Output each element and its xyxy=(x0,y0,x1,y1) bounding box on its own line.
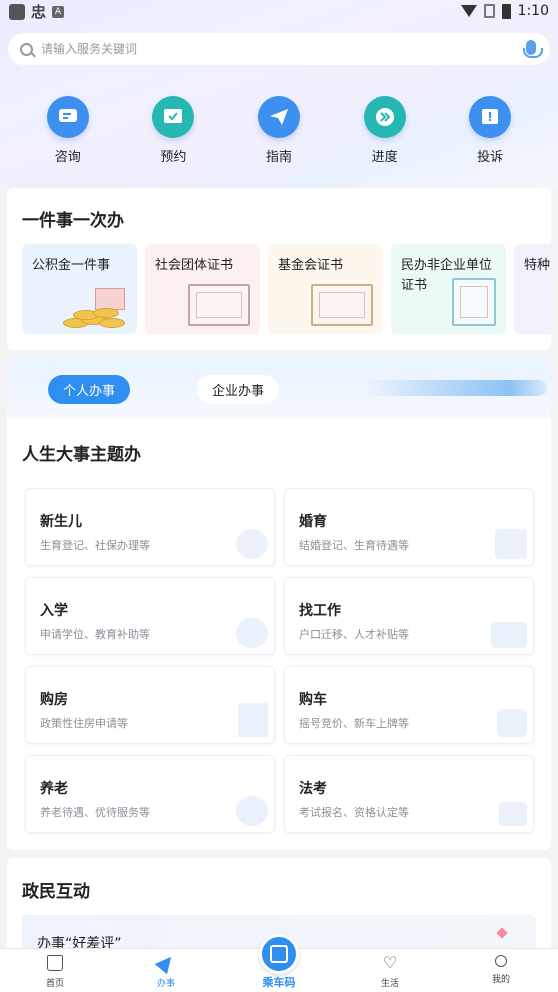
sim-icon xyxy=(483,4,495,18)
wifi-icon xyxy=(460,5,477,17)
tile-special[interactable]: 特种 xyxy=(514,244,551,334)
section-title: 一件事一次办 xyxy=(22,211,124,231)
life-event-name: 购车 xyxy=(299,692,327,708)
coins-icon xyxy=(59,292,129,328)
user-icon xyxy=(495,955,507,967)
baby-icon xyxy=(236,529,268,559)
quick-actions: 咨询 预约 指南 进度 投诉 xyxy=(0,96,558,165)
one-item-tiles: 公积金一件事 社会团体证书 基金会证书 民办非企业单位证书 特种 xyxy=(22,244,551,334)
tile-social-group-cert[interactable]: 社会团体证书 xyxy=(145,244,260,334)
alert-icon xyxy=(469,96,512,138)
bus-qr-icon xyxy=(270,945,288,963)
quick-action-appointment[interactable]: 预约 xyxy=(143,96,203,165)
quick-action-progress[interactable]: 进度 xyxy=(355,96,415,165)
nav-label: 首页 xyxy=(45,979,64,989)
elder-icon xyxy=(236,796,268,826)
notification-badge-icon: A xyxy=(52,6,65,18)
marriage-certificate-icon xyxy=(495,529,527,559)
status-bar: 忠 A 1:10 xyxy=(0,0,558,26)
quick-action-label: 预约 xyxy=(160,150,187,165)
building-icon xyxy=(238,703,268,737)
quick-action-label: 进度 xyxy=(371,150,398,165)
calendar-check-icon xyxy=(152,96,195,138)
nav-label: 办事 xyxy=(156,979,175,989)
tile-housing-fund[interactable]: 公积金一件事 xyxy=(22,244,137,334)
notification-glyph: 忠 xyxy=(31,3,47,21)
paper-plane-icon xyxy=(154,951,178,975)
student-icon xyxy=(236,618,268,648)
heart-icon xyxy=(496,927,508,939)
tile-label: 社会团体证书 xyxy=(155,258,234,273)
quick-action-complaint[interactable]: 投诉 xyxy=(460,96,520,165)
quick-action-label: 投诉 xyxy=(477,150,504,165)
quick-action-label: 咨询 xyxy=(54,150,81,165)
fast-forward-icon xyxy=(363,96,406,138)
life-event-name: 入学 xyxy=(40,603,68,619)
life-event-name: 新生儿 xyxy=(40,514,82,530)
clock: 1:10 xyxy=(517,3,549,19)
section-title: 人生大事主题办 xyxy=(22,445,141,465)
nav-service[interactable]: 办事 xyxy=(136,951,196,989)
search-input[interactable] xyxy=(41,42,501,56)
life-event-name: 养老 xyxy=(40,781,68,797)
microphone-icon[interactable] xyxy=(523,40,543,58)
quick-action-label: 指南 xyxy=(265,150,292,165)
life-event-name: 法考 xyxy=(299,781,327,797)
life-event-newborn[interactable]: 新生儿 生育登记、社保办理等 xyxy=(25,488,275,566)
life-event-marriage[interactable]: 婚育 结婚登记、生育待遇等 xyxy=(284,488,534,566)
tile-label: 公积金一件事 xyxy=(32,258,111,273)
heart-icon: ♡ xyxy=(382,953,398,972)
life-events-section: 人生大事主题办 新生儿 生育登记、社保办理等 婚育 结婚登记、生育待遇等 入学 … xyxy=(7,418,551,850)
certificate-icon xyxy=(311,284,373,326)
life-event-house[interactable]: 购房 政策性住房申请等 xyxy=(25,666,275,744)
quick-action-guide[interactable]: 指南 xyxy=(249,96,309,165)
nav-life[interactable]: ♡ 生活 xyxy=(360,953,420,990)
section-title: 政民互动 xyxy=(22,882,90,902)
search-icon xyxy=(20,42,33,56)
life-event-name: 找工作 xyxy=(299,603,341,619)
life-event-name: 婚育 xyxy=(299,514,327,530)
tab-enterprise[interactable]: 企业办事 xyxy=(197,375,279,404)
tile-label: 特种 xyxy=(524,258,551,273)
chat-icon xyxy=(46,96,89,138)
life-event-desc: 考试报名、资格认定等 xyxy=(299,806,409,819)
nav-mine[interactable]: 我的 xyxy=(471,955,531,985)
search-bar[interactable] xyxy=(8,33,550,65)
nav-home[interactable]: 首页 xyxy=(25,955,85,989)
service-type-tabs: 个人办事 企业办事 xyxy=(7,358,551,420)
life-event-job[interactable]: 找工作 户口迁移、人才补贴等 xyxy=(284,577,534,655)
battery-icon xyxy=(501,3,511,19)
one-item-section: 一件事一次办 公积金一件事 社会团体证书 基金会证书 民办非企业单位证书 特种 xyxy=(7,188,551,350)
nav-label: 我的 xyxy=(491,975,510,985)
decorative-wave xyxy=(362,380,547,396)
life-event-law-exam[interactable]: 法考 考试报名、资格认定等 xyxy=(284,755,534,833)
life-event-car[interactable]: 购车 摇号竞价、新车上牌等 xyxy=(284,666,534,744)
briefcase-icon xyxy=(491,622,527,648)
nav-label: 生活 xyxy=(380,979,399,989)
bus-code-button[interactable] xyxy=(259,934,299,974)
certificate-icon xyxy=(452,278,496,326)
life-event-pension[interactable]: 养老 养老待遇、优待服务等 xyxy=(25,755,275,833)
tab-personal[interactable]: 个人办事 xyxy=(48,375,130,404)
tile-label: 基金会证书 xyxy=(278,258,344,273)
quick-action-consult[interactable]: 咨询 xyxy=(38,96,98,165)
tile-foundation-cert[interactable]: 基金会证书 xyxy=(268,244,383,334)
paper-plane-icon xyxy=(257,96,300,138)
bus-code-label[interactable]: 乘车码 xyxy=(249,974,309,990)
tile-private-nonenterprise-cert[interactable]: 民办非企业单位证书 xyxy=(391,244,506,334)
home-icon xyxy=(47,955,63,971)
car-icon xyxy=(497,709,527,737)
certificate-icon xyxy=(188,284,250,326)
app-notification-icon xyxy=(9,4,25,20)
gavel-icon xyxy=(499,802,527,826)
life-event-school[interactable]: 入学 申请学位、教育补助等 xyxy=(25,577,275,655)
